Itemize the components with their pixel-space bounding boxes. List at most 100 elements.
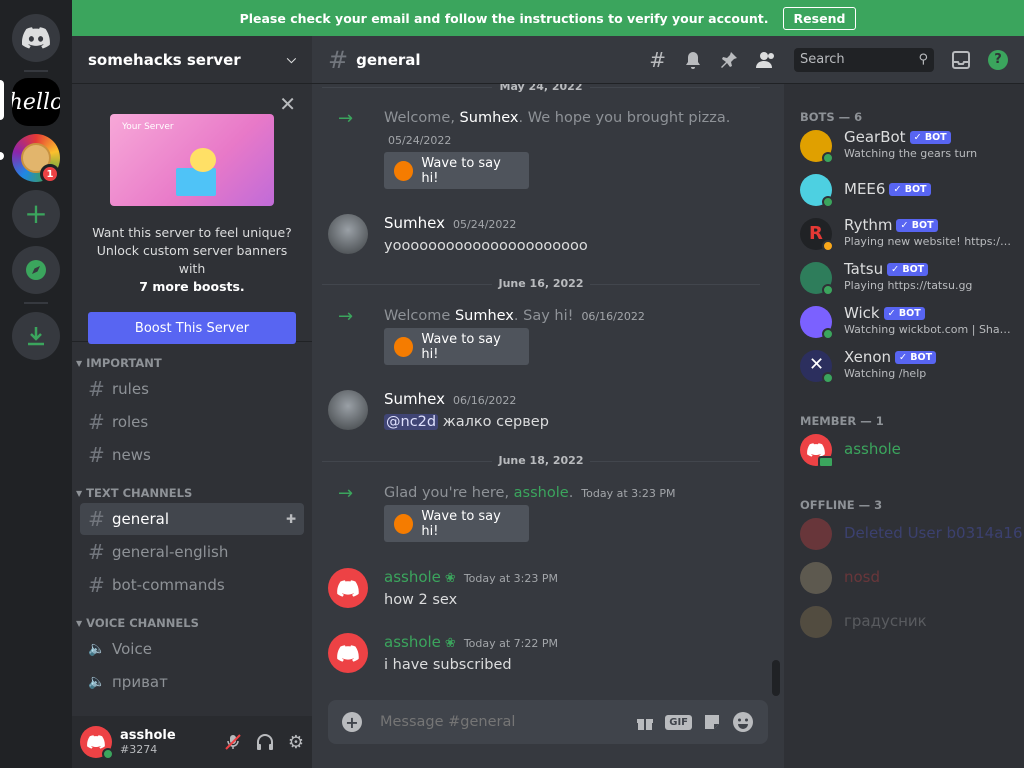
avatar: [800, 306, 834, 340]
member-activity: Watching wickbot.com | Shard...: [844, 323, 1014, 336]
invite-icon[interactable]: ✚: [286, 512, 296, 526]
gif-button[interactable]: GIF: [665, 714, 692, 730]
wave-label: Wave to say hi!: [421, 155, 501, 186]
message-author[interactable]: Sumhex 05/24/2022: [384, 214, 516, 232]
member-item[interactable]: MEE6 ✓ BOT: [800, 168, 1018, 212]
search-input[interactable]: Search ⚲: [794, 47, 934, 72]
channel-private[interactable]: 🔈 приват: [80, 666, 304, 698]
timestamp: Today at 3:23 PM: [581, 487, 676, 500]
avatar[interactable]: [328, 568, 368, 608]
upload-plus-icon[interactable]: +: [342, 712, 362, 732]
divider: [24, 302, 48, 304]
server-hello[interactable]: hello: [12, 78, 60, 126]
member-item[interactable]: nosd: [800, 556, 1018, 600]
join-user[interactable]: asshole: [514, 485, 569, 501]
avatar[interactable]: [328, 390, 368, 430]
timestamp: Today at 7:22 PM: [463, 637, 558, 650]
user-info[interactable]: asshole #3274: [120, 728, 224, 756]
bot-badge: ✓ BOT: [909, 131, 951, 144]
channel-title: general: [356, 50, 421, 69]
wave-button[interactable]: Wave to say hi!: [384, 152, 529, 189]
join-user[interactable]: Sumhex: [460, 110, 519, 126]
author-name: asshole: [384, 633, 441, 651]
category-label: TEXT CHANNELS: [86, 486, 193, 500]
member-item[interactable]: R Rythm ✓ BOT Playing new website! https:…: [800, 212, 1018, 256]
server-header[interactable]: somehacks server ⌵: [72, 36, 312, 84]
chevron-down-icon: ▼: [76, 358, 83, 368]
timestamp: 05/24/2022: [453, 218, 517, 231]
avatar[interactable]: [328, 214, 368, 254]
channel-voice[interactable]: 🔈 Voice: [80, 633, 304, 665]
avatar: R: [800, 218, 834, 252]
member-item[interactable]: Wick ✓ BOT Watching wickbot.com | Shard..…: [800, 300, 1018, 344]
category-voice-channels[interactable]: ▼ VOICE CHANNELS: [72, 602, 312, 632]
member-item[interactable]: градусник: [800, 600, 1018, 644]
pin-icon[interactable]: [720, 51, 738, 69]
avatar[interactable]: [328, 633, 368, 673]
channel-label: Voice: [112, 640, 152, 658]
help-icon[interactable]: ?: [988, 49, 1008, 70]
header-toolbar: # Search ⚲ ?: [649, 47, 1008, 72]
join-arrow-icon: →: [338, 108, 354, 129]
xenon-x-icon: ✕: [809, 354, 825, 375]
join-text: Welcome Sumhex. Say hi! 06/16/2022: [384, 308, 645, 324]
plus-icon: +: [24, 197, 48, 230]
member-item[interactable]: asshole: [800, 428, 1018, 472]
hash-icon: #: [88, 540, 105, 564]
message-scrollbar[interactable]: [772, 660, 780, 696]
close-icon[interactable]: ✕: [279, 92, 296, 116]
join-pre: Welcome,: [384, 110, 460, 126]
avatar: [800, 174, 834, 208]
gift-icon[interactable]: [635, 712, 655, 732]
category-text-channels[interactable]: ▼ TEXT CHANNELS: [72, 472, 312, 502]
channel-general-english[interactable]: # general-english: [80, 536, 304, 568]
sprout-icon: ❀: [444, 571, 456, 586]
wave-button[interactable]: Wave to say hi!: [384, 328, 529, 365]
idle-status: [822, 240, 834, 252]
sticker-icon[interactable]: [702, 712, 722, 732]
gear-icon[interactable]: ⚙: [288, 732, 304, 753]
add-server-button[interactable]: +: [12, 190, 60, 238]
user-tag: #3274: [120, 743, 158, 756]
date-divider: June 18, 2022: [312, 454, 770, 467]
join-user[interactable]: Sumhex: [455, 308, 514, 324]
join-text: Welcome, Sumhex. We hope you brought piz…: [384, 110, 730, 126]
gift-box: [176, 168, 216, 196]
user-mention[interactable]: @nc2d: [384, 414, 439, 430]
channel-general[interactable]: # general ✚: [80, 503, 304, 535]
channel-rules[interactable]: # rules: [80, 373, 304, 405]
boost-server-button[interactable]: Boost This Server: [88, 312, 296, 344]
member-list-icon[interactable]: [756, 51, 776, 69]
message-author[interactable]: Sumhex 06/16/2022: [384, 390, 516, 408]
wave-button[interactable]: Wave to say hi!: [384, 505, 529, 542]
avatar[interactable]: [80, 726, 114, 760]
headphones-icon[interactable]: [256, 733, 274, 751]
bell-icon[interactable]: [684, 51, 702, 69]
channel-bot-commands[interactable]: # bot-commands: [80, 569, 304, 601]
member-item[interactable]: Deleted User b0314a16: [800, 512, 1023, 556]
threads-icon[interactable]: #: [649, 48, 666, 72]
boost-description: Want this server to feel unique? Unlock …: [84, 224, 300, 296]
category-important[interactable]: ▼ IMPORTANT: [72, 342, 312, 372]
explore-servers-button[interactable]: [12, 246, 60, 294]
member-item[interactable]: GearBot ✓ BOT Watching the gears turn: [800, 124, 1018, 168]
boost-upsell: ✕ Your Server Want this server to feel u…: [72, 84, 312, 344]
message-text: i have subscribed: [384, 657, 512, 673]
online-status: [822, 372, 834, 384]
inbox-icon[interactable]: [952, 50, 970, 69]
channel-roles[interactable]: # roles: [80, 406, 304, 438]
member-item[interactable]: Tatsu ✓ BOT Playing https://tatsu.gg: [800, 256, 1018, 300]
message-author[interactable]: asshole ❀ Today at 7:22 PM: [384, 633, 558, 651]
channel-news[interactable]: # news: [80, 439, 304, 471]
discord-logo-icon: [337, 644, 359, 662]
member-item[interactable]: ✕ Xenon ✓ BOT Watching /help: [800, 344, 1018, 388]
message-author[interactable]: asshole ❀ Today at 3:23 PM: [384, 568, 558, 586]
wave-label: Wave to say hi!: [421, 331, 501, 362]
message-input[interactable]: [380, 714, 626, 730]
resend-button[interactable]: Resend: [782, 6, 857, 30]
mute-icon[interactable]: [224, 733, 242, 751]
home-button[interactable]: [12, 14, 60, 62]
unread-pill: [0, 152, 4, 160]
download-apps-button[interactable]: [12, 312, 60, 360]
emoji-icon[interactable]: [732, 711, 754, 733]
